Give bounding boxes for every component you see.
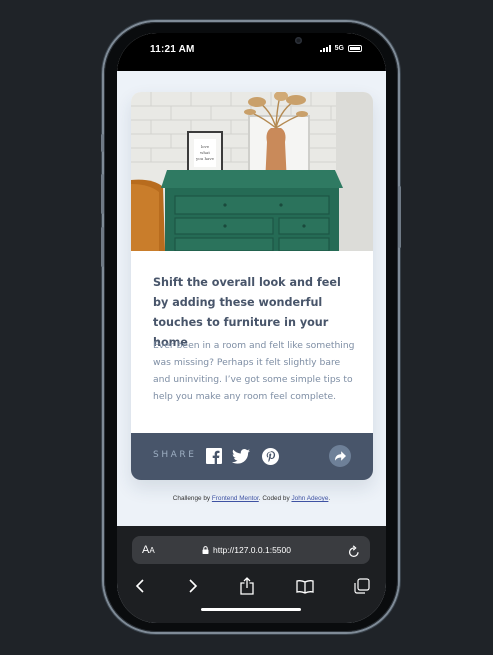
credit-suffix: .: [328, 495, 331, 502]
pinterest-icon[interactable]: [260, 446, 280, 466]
drawers-photo: love what you have: [131, 92, 373, 251]
status-time: 11:21 AM: [150, 44, 195, 55]
attribution: Challenge by Frontend Mentor. Coded by J…: [117, 495, 386, 502]
lock-icon: [202, 546, 209, 554]
back-icon[interactable]: [128, 574, 152, 598]
status-bar: 11:21 AM 5G: [117, 33, 386, 71]
article-card: love what you have Shift the overall loo…: [131, 92, 373, 480]
credit-middle: . Coded by: [258, 495, 292, 502]
share-bar: SHARE: [131, 433, 373, 480]
author-link[interactable]: John Adeoye: [291, 495, 328, 502]
text-size-small: A: [149, 546, 155, 555]
front-camera: [295, 37, 302, 44]
silent-switch: [101, 134, 104, 152]
tabs-icon[interactable]: [350, 574, 374, 598]
address-bar[interactable]: AA http://127.0.0.1:5500: [132, 536, 370, 564]
reload-icon[interactable]: [348, 543, 360, 562]
bookmarks-icon[interactable]: [293, 574, 317, 598]
notch: [201, 33, 302, 53]
status-indicators: 5G: [319, 45, 362, 52]
battery-icon: [348, 45, 362, 52]
cellular-signal-icon: [319, 45, 331, 52]
article-body: Ever been in a room and felt like someth…: [153, 340, 355, 402]
volume-down-button: [101, 227, 104, 267]
share-sheet-icon[interactable]: [235, 574, 259, 598]
home-indicator: [201, 608, 301, 611]
share-label: SHARE: [153, 450, 197, 460]
facebook-icon[interactable]: [204, 446, 224, 466]
frontend-mentor-link[interactable]: Frontend Mentor: [212, 495, 259, 502]
url-text: http://127.0.0.1:5500: [213, 545, 291, 555]
phone-screen: 11:21 AM 5G love what you have Shift the…: [117, 33, 386, 623]
svg-text:you have: you have: [195, 156, 215, 161]
svg-text:love: love: [201, 144, 210, 149]
share-icon[interactable]: [329, 445, 351, 467]
network-type: 5G: [334, 45, 344, 52]
power-button: [398, 186, 401, 248]
svg-text:what: what: [200, 150, 210, 155]
volume-up-button: [101, 174, 104, 214]
credit-prefix: Challenge by: [172, 495, 212, 502]
text-size-button[interactable]: AA: [142, 544, 155, 556]
url-display[interactable]: http://127.0.0.1:5500: [202, 545, 291, 555]
browser-toolbar: [117, 574, 386, 598]
twitter-icon[interactable]: [231, 446, 251, 466]
browser-bottom-bar: AA http://127.0.0.1:5500: [117, 526, 386, 623]
forward-icon[interactable]: [181, 574, 205, 598]
article-image: love what you have: [131, 92, 373, 251]
